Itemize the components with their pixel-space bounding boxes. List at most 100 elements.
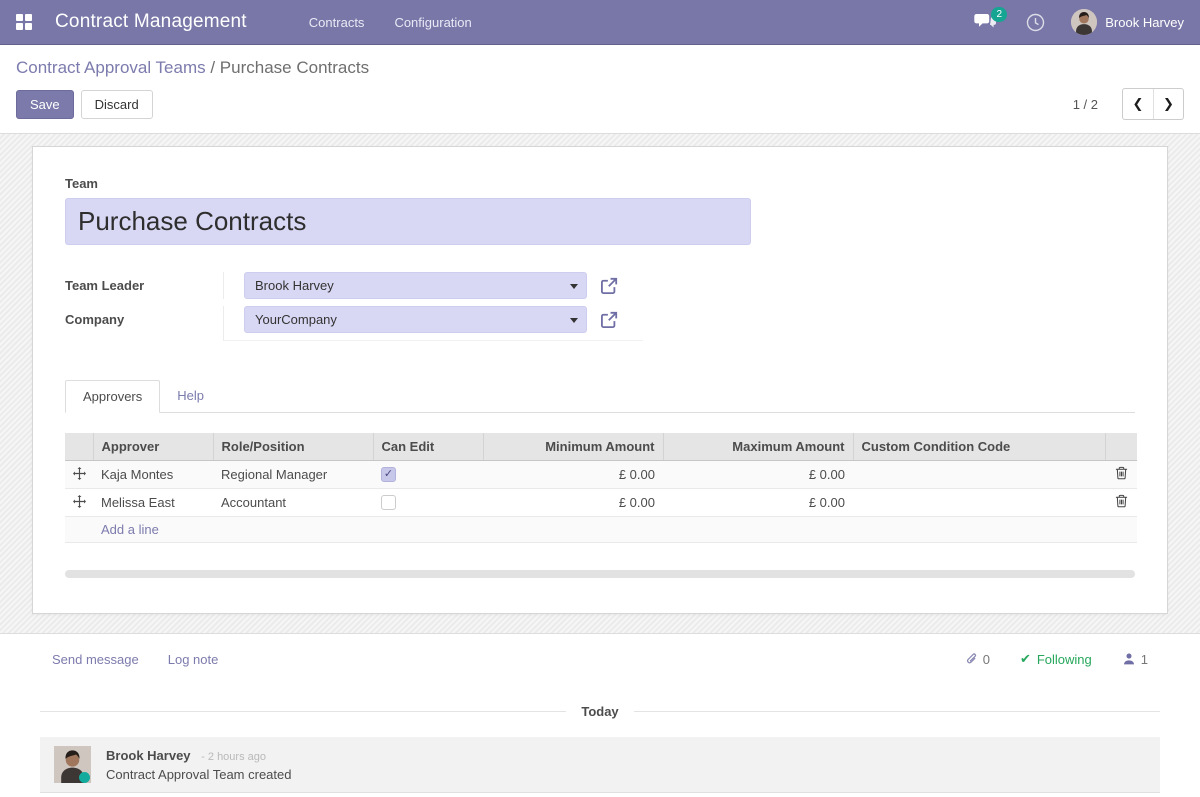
top-menu: Contracts Configuration bbox=[309, 15, 472, 30]
person-icon bbox=[1122, 652, 1136, 666]
condition-code-cell[interactable] bbox=[853, 461, 1105, 489]
chevron-down-icon bbox=[570, 318, 578, 323]
drag-handle-icon[interactable] bbox=[65, 461, 93, 489]
topbar-right: 2 Brook Harvey bbox=[974, 9, 1184, 35]
message-author-name[interactable]: Brook Harvey bbox=[106, 748, 191, 763]
menu-contracts[interactable]: Contracts bbox=[309, 15, 365, 30]
can-edit-column-header[interactable]: Can Edit bbox=[373, 433, 483, 461]
table-row[interactable]: Kaja Montes Regional Manager ✓ £ 0.00 £ … bbox=[65, 461, 1137, 489]
delete-column-header bbox=[1105, 433, 1137, 461]
pager-count: 1 / 2 bbox=[1073, 97, 1098, 112]
approver-column-header[interactable]: Approver bbox=[93, 433, 213, 461]
condition-code-cell[interactable] bbox=[853, 489, 1105, 517]
role-cell[interactable]: Accountant bbox=[213, 489, 373, 517]
followers-count: 1 bbox=[1141, 652, 1148, 667]
control-panel: Contract Approval Teams / Purchase Contr… bbox=[0, 45, 1200, 134]
breadcrumb-separator: / bbox=[206, 58, 220, 77]
breadcrumb-current: Purchase Contracts bbox=[220, 58, 369, 77]
activities-clock-icon[interactable] bbox=[1026, 13, 1045, 32]
messages-count-badge: 2 bbox=[991, 7, 1007, 22]
divider-line bbox=[40, 711, 566, 712]
team-leader-select[interactable]: Brook Harvey bbox=[244, 272, 587, 299]
delete-row-cell bbox=[1105, 461, 1137, 489]
company-value: YourCompany bbox=[255, 312, 337, 327]
table-row[interactable]: Melissa East Accountant ✓ £ 0.00 £ 0.00 bbox=[65, 489, 1137, 517]
max-amount-column-header[interactable]: Maximum Amount bbox=[663, 433, 853, 461]
role-cell[interactable]: Regional Manager bbox=[213, 461, 373, 489]
trash-icon[interactable] bbox=[1115, 466, 1128, 480]
approver-cell[interactable]: Melissa East bbox=[93, 489, 213, 517]
save-button[interactable]: Save bbox=[16, 90, 74, 119]
can-edit-checkbox[interactable]: ✓ bbox=[381, 495, 396, 510]
team-field-label: Team bbox=[65, 176, 1135, 191]
divider-line bbox=[634, 711, 1160, 712]
min-amount-cell[interactable]: £ 0.00 bbox=[483, 461, 663, 489]
tab-approvers[interactable]: Approvers bbox=[65, 380, 160, 413]
team-leader-control: Brook Harvey bbox=[223, 272, 643, 299]
company-select[interactable]: YourCompany bbox=[244, 306, 587, 333]
company-control: YourCompany bbox=[223, 306, 643, 341]
max-amount-cell[interactable]: £ 0.00 bbox=[663, 489, 853, 517]
message-content: Brook Harvey - 2 hours ago Contract Appr… bbox=[106, 746, 291, 782]
company-external-link-icon[interactable] bbox=[600, 311, 618, 329]
pager-buttons: ❮ ❯ bbox=[1122, 88, 1184, 120]
handle-column-header bbox=[65, 433, 93, 461]
form-field-group: Team Leader Brook Harvey Company YourCom… bbox=[65, 272, 1135, 341]
team-leader-external-link-icon[interactable] bbox=[600, 277, 618, 295]
pager: 1 / 2 ❮ ❯ bbox=[1073, 88, 1184, 120]
check-icon: ✔ bbox=[1020, 651, 1031, 667]
can-edit-checkbox[interactable]: ✓ bbox=[381, 467, 396, 482]
team-leader-label: Team Leader bbox=[65, 272, 223, 299]
form-sheet: Team Team Leader Brook Harvey Company bbox=[32, 146, 1168, 614]
delete-row-cell bbox=[1105, 489, 1137, 517]
log-note-button[interactable]: Log note bbox=[168, 652, 219, 667]
menu-configuration[interactable]: Configuration bbox=[394, 15, 471, 30]
messages-icon[interactable]: 2 bbox=[974, 13, 998, 31]
drag-handle-icon[interactable] bbox=[65, 489, 93, 517]
apps-menu-icon[interactable] bbox=[16, 14, 32, 30]
add-a-line-link[interactable]: Add a line bbox=[101, 522, 159, 537]
followers-button[interactable]: 1 bbox=[1122, 652, 1148, 667]
user-menu[interactable]: Brook Harvey bbox=[1071, 9, 1184, 35]
add-line-handle-spacer bbox=[65, 517, 93, 543]
discard-button[interactable]: Discard bbox=[81, 90, 153, 119]
send-message-button[interactable]: Send message bbox=[52, 652, 139, 667]
company-label: Company bbox=[65, 306, 223, 341]
breadcrumb-parent-link[interactable]: Contract Approval Teams bbox=[16, 58, 206, 77]
min-amount-column-header[interactable]: Minimum Amount bbox=[483, 433, 663, 461]
chatter-toolbar: Send message Log note 0 ✔ Following 1 bbox=[40, 634, 1160, 667]
horizontal-scrollbar[interactable] bbox=[65, 570, 1135, 578]
message-timestamp: - 2 hours ago bbox=[201, 751, 266, 763]
role-column-header[interactable]: Role/Position bbox=[213, 433, 373, 461]
chatter-message: Brook Harvey - 2 hours ago Contract Appr… bbox=[40, 737, 1160, 793]
chatter-right-controls: 0 ✔ Following 1 bbox=[965, 651, 1148, 667]
can-edit-cell: ✓ bbox=[373, 461, 483, 489]
breadcrumb: Contract Approval Teams / Purchase Contr… bbox=[0, 45, 1200, 78]
chatter: Send message Log note 0 ✔ Following 1 bbox=[0, 633, 1200, 793]
control-panel-buttons: Save Discard 1 / 2 ❮ ❯ bbox=[0, 78, 1200, 133]
approver-cell[interactable]: Kaja Montes bbox=[93, 461, 213, 489]
date-divider: Today bbox=[40, 704, 1160, 719]
form-background: Team Team Leader Brook Harvey Company bbox=[0, 134, 1200, 633]
following-button[interactable]: ✔ Following bbox=[1020, 651, 1092, 667]
team-name-input[interactable] bbox=[65, 198, 751, 245]
tab-help[interactable]: Help bbox=[160, 380, 221, 413]
trash-icon[interactable] bbox=[1115, 494, 1128, 508]
message-avatar-wrap bbox=[54, 746, 91, 783]
top-bar: Contract Management Contracts Configurat… bbox=[0, 0, 1200, 45]
approvers-table: Approver Role/Position Can Edit Minimum … bbox=[65, 433, 1137, 543]
user-avatar bbox=[1071, 9, 1097, 35]
attachments-count: 0 bbox=[983, 652, 990, 667]
pager-previous-button[interactable]: ❮ bbox=[1123, 89, 1153, 119]
online-status-dot bbox=[79, 772, 90, 783]
following-label: Following bbox=[1037, 652, 1092, 667]
pager-next-button[interactable]: ❯ bbox=[1153, 89, 1183, 119]
min-amount-cell[interactable]: £ 0.00 bbox=[483, 489, 663, 517]
team-leader-value: Brook Harvey bbox=[255, 278, 334, 293]
add-line-cell: Add a line bbox=[93, 517, 1137, 543]
paperclip-icon bbox=[965, 652, 979, 667]
user-name: Brook Harvey bbox=[1105, 15, 1184, 30]
attachments-button[interactable]: 0 bbox=[965, 652, 990, 667]
max-amount-cell[interactable]: £ 0.00 bbox=[663, 461, 853, 489]
condition-code-column-header[interactable]: Custom Condition Code bbox=[853, 433, 1105, 461]
